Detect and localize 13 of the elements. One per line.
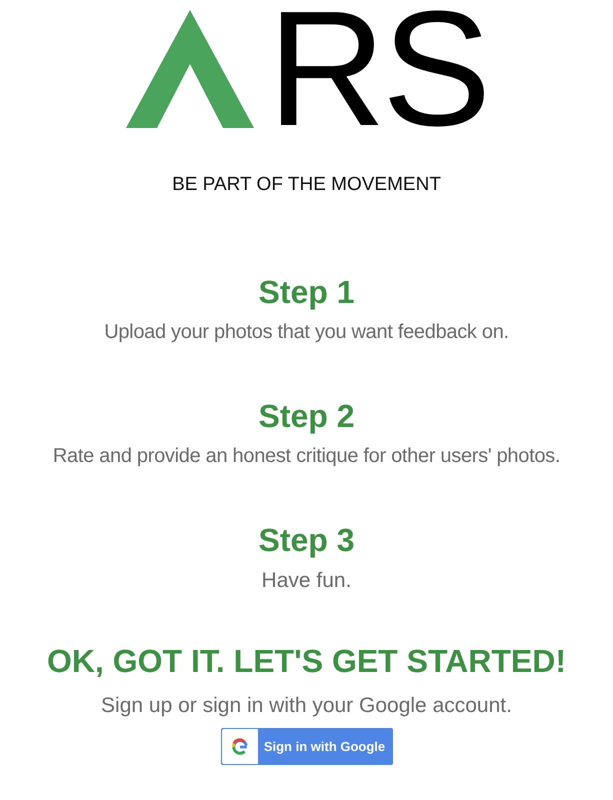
tagline: BE PART OF THE MOVEMENT: [172, 174, 441, 196]
step-title: Step 1: [258, 274, 355, 311]
step-description: Upload your photos that you want feedback on.: [104, 321, 509, 344]
cta-heading: OK, GOT IT. LET'S GET STARTED!: [46, 643, 566, 680]
signin-hint: Sign up or sign in with your Google account.: [101, 694, 512, 718]
logo-text: RS: [268, 10, 488, 128]
google-icon: [230, 738, 248, 756]
step-description: Rate and provide an honest critique for other users' photos.: [52, 445, 560, 468]
google-signin-button[interactable]: Sign in with Google: [220, 728, 392, 765]
step-title: Step 2: [258, 398, 355, 435]
triangle-logo-icon: [126, 10, 254, 128]
step-description: Have fun.: [262, 569, 352, 593]
step-title: Step 3: [258, 522, 355, 559]
